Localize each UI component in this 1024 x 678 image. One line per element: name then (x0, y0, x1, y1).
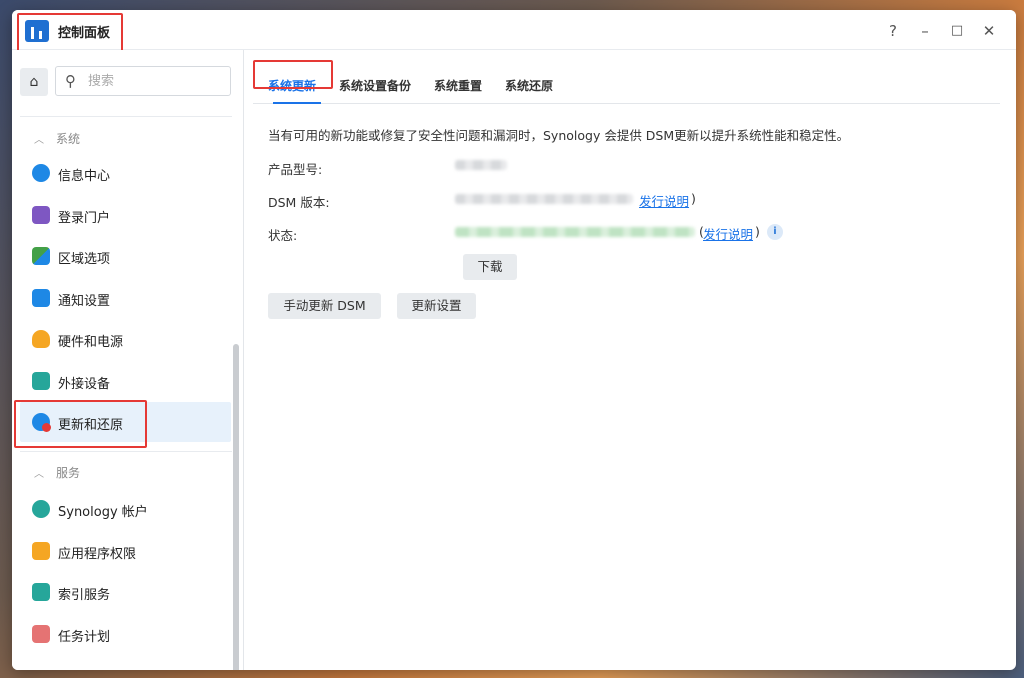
update-settings-button[interactable]: 更新设置 (397, 293, 476, 319)
section-header-system[interactable]: ︿ 系统 (34, 130, 80, 150)
chevron-up-icon: ︿ (34, 135, 44, 146)
sidebar-item-synology-account[interactable]: Synology 帐户 (20, 489, 231, 529)
model-value-redacted (455, 160, 507, 170)
version-value-redacted (455, 194, 633, 204)
tab-config-backup[interactable]: 系统设置备份 (339, 77, 411, 94)
status-value-redacted (455, 227, 695, 237)
lock-icon (32, 542, 50, 560)
download-button[interactable]: 下载 (463, 254, 517, 280)
maximize-icon[interactable]: □ (946, 20, 968, 42)
minimize-icon[interactable]: – (914, 20, 936, 42)
help-icon[interactable]: ? (882, 20, 904, 42)
sidebar-item-notification[interactable]: 通知设置 (20, 278, 231, 318)
status-label: 状态: (268, 228, 298, 243)
sidebar: ⌂ ⚲ ︿系统 信息中心 登录门户 区域选项 通知设置 硬件和电源 (12, 50, 244, 670)
home-icon: ⌂ (29, 74, 39, 90)
update-description: 当有可用的新功能或修复了安全性问题和漏洞时，Synology 会提供 DSM更新… (268, 128, 850, 143)
sidebar-scrollbar[interactable] (233, 344, 239, 670)
search-box[interactable]: ⚲ (55, 66, 231, 96)
sidebar-item-app-privileges[interactable]: 应用程序权限 (20, 531, 231, 571)
sidebar-item-task-scheduler[interactable]: 任务计划 (20, 614, 231, 654)
paren-close: ) (691, 191, 696, 206)
paren-close: ) (755, 224, 760, 239)
tab-bar: 系统更新 系统设置备份 系统重置 系统还原 (253, 66, 1000, 104)
index-icon (32, 583, 50, 601)
main-content: 系统更新 系统设置备份 系统重置 系统还原 当有可用的新功能或修复了安全性问题和… (245, 50, 1016, 670)
title-highlight-box (17, 13, 123, 55)
info-icon (32, 164, 50, 182)
update-restore-icon (32, 413, 51, 432)
section-header-services[interactable]: ︿ 服务 (34, 464, 80, 484)
sidebar-divider (20, 116, 232, 117)
control-panel-window: 控制面板 ? – □ ✕ ⌂ ⚲ ︿系统 信息中心 登录门户 区域选项 (12, 10, 1016, 670)
search-input[interactable] (88, 71, 228, 91)
info-icon[interactable]: i (767, 224, 783, 240)
release-notes-link[interactable]: 发行说明 (639, 191, 689, 210)
status-release-notes-link[interactable]: 发行说明 (703, 224, 753, 243)
notification-icon (32, 289, 50, 307)
sidebar-item-external-devices[interactable]: 外接设备 (20, 361, 231, 401)
close-icon[interactable]: ✕ (978, 20, 1000, 42)
calendar-icon (32, 625, 50, 643)
sidebar-item-region[interactable]: 区域选项 (20, 236, 231, 276)
sidebar-item-hardware-power[interactable]: 硬件和电源 (20, 319, 231, 359)
sidebar-item-info-center[interactable]: 信息中心 (20, 153, 231, 193)
home-button[interactable]: ⌂ (20, 68, 48, 96)
tab-system-update[interactable]: 系统更新 (268, 77, 316, 94)
model-label: 产品型号: (268, 162, 323, 177)
tab-system-reset[interactable]: 系统重置 (434, 77, 482, 94)
active-tab-indicator (273, 102, 321, 104)
chevron-up-icon: ︿ (34, 469, 44, 480)
sidebar-divider (20, 451, 232, 452)
external-device-icon (32, 372, 50, 390)
search-icon: ⚲ (65, 72, 76, 90)
sidebar-item-login-portal[interactable]: 登录门户 (20, 195, 231, 235)
lightbulb-icon (32, 330, 50, 348)
manual-update-button[interactable]: 手动更新 DSM (268, 293, 381, 319)
region-icon (32, 247, 50, 265)
title-bar: 控制面板 ? – □ ✕ (12, 10, 1016, 55)
sidebar-item-indexing[interactable]: 索引服务 (20, 572, 231, 612)
login-portal-icon (32, 206, 50, 224)
sidebar-item-update-restore[interactable]: 更新和还原 (20, 402, 231, 442)
alert-dot (42, 423, 51, 432)
account-icon (32, 500, 50, 518)
dsm-version-label: DSM 版本: (268, 195, 330, 210)
tab-system-restore[interactable]: 系统还原 (505, 77, 553, 94)
